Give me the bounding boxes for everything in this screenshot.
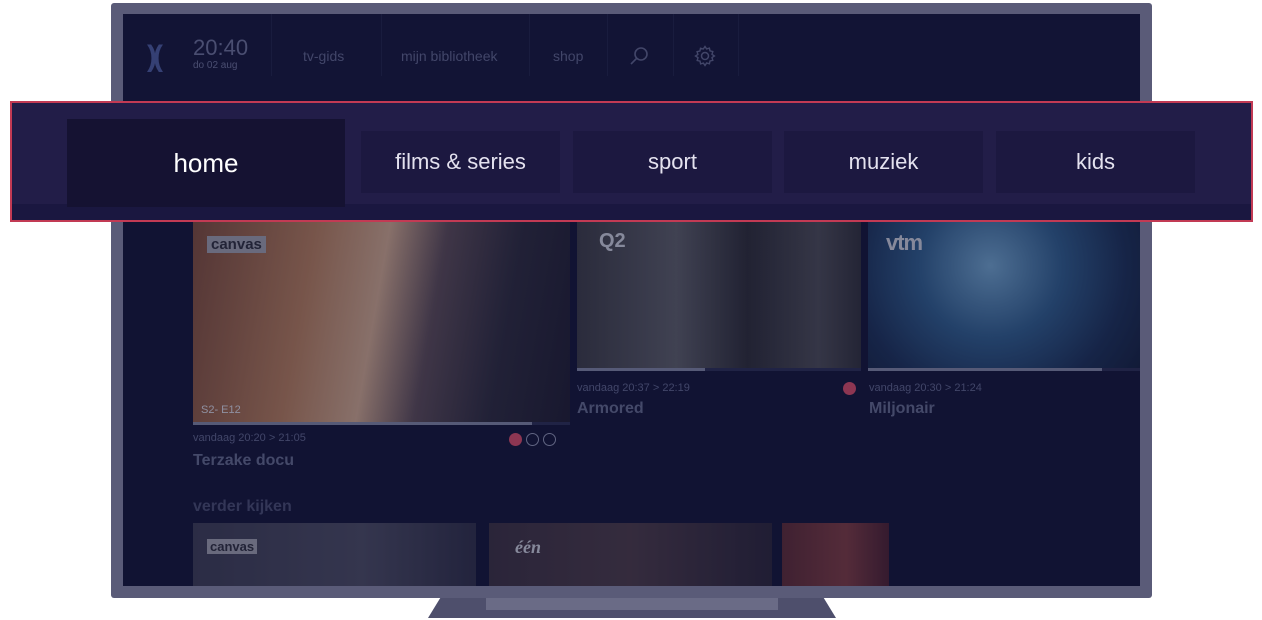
- episode-label: S2- E12: [201, 404, 241, 416]
- channel-logo-canvas: canvas: [207, 236, 266, 253]
- nav-divider: [271, 14, 272, 76]
- tv-stand-neck: [486, 598, 778, 610]
- replay-icon: [543, 433, 556, 446]
- clock-time: 20:40: [193, 35, 249, 60]
- channel-logo-canvas: canvas: [207, 539, 258, 554]
- tab-sport[interactable]: sport: [573, 131, 772, 193]
- program-card-miljonair[interactable]: vtm: [868, 222, 1140, 368]
- tab-home[interactable]: home: [67, 119, 345, 207]
- top-bar: )( 20:40 do 02 aug tv-gids mijn biblioth…: [123, 14, 1140, 100]
- program-time: vandaag 20:30 > 21:24: [869, 382, 982, 394]
- tv-screen: )( 20:40 do 02 aug tv-gids mijn biblioth…: [123, 14, 1140, 586]
- record-icon: [509, 433, 522, 446]
- category-tab-bar: home films & series sport muziek kids: [10, 101, 1253, 222]
- nav-divider: [381, 14, 382, 76]
- record-icon: [843, 382, 856, 395]
- program-title: Terzake docu: [193, 452, 295, 469]
- age-rating-icon: [526, 433, 539, 446]
- channel-logo-vtm: vtm: [886, 230, 923, 255]
- tab-muziek[interactable]: muziek: [784, 131, 983, 193]
- nav-tv-gids[interactable]: tv-gids: [303, 48, 344, 64]
- tab-kids[interactable]: kids: [996, 131, 1195, 193]
- progress-bar: [193, 422, 532, 425]
- nav-divider: [738, 14, 739, 76]
- continue-card[interactable]: canvas: [193, 523, 476, 586]
- program-time: vandaag 20:20 > 21:05: [193, 432, 306, 444]
- nav-shop[interactable]: shop: [553, 48, 583, 64]
- program-time: vandaag 20:37 > 22:19: [577, 382, 690, 394]
- progress-bar: [577, 368, 705, 371]
- channel-logo-een: één: [515, 537, 541, 557]
- section-title-continue-watching: verder kijken: [193, 498, 292, 515]
- channel-logo-q2: Q2: [599, 230, 626, 252]
- nav-divider: [607, 14, 608, 76]
- continue-card[interactable]: één: [489, 523, 772, 586]
- tab-films-series[interactable]: films & series: [361, 131, 560, 193]
- program-card-terzake[interactable]: canvas S2- E12: [193, 222, 570, 422]
- progress-bar: [868, 368, 1102, 371]
- continue-card[interactable]: [782, 523, 889, 586]
- program-title: Armored: [577, 400, 644, 417]
- clock: 20:40 do 02 aug: [193, 35, 249, 72]
- program-title: Miljonair: [869, 400, 935, 417]
- nav-mijn-bibliotheek[interactable]: mijn bibliotheek: [401, 48, 498, 64]
- proximus-logo-icon: )(: [147, 40, 163, 73]
- nav-divider: [673, 14, 674, 76]
- search-icon[interactable]: [627, 44, 651, 68]
- program-card-armored[interactable]: Q2: [577, 222, 861, 368]
- tv-stand: [428, 598, 836, 618]
- nav-divider: [529, 14, 530, 76]
- gear-icon[interactable]: [693, 44, 717, 68]
- clock-date: do 02 aug: [193, 60, 238, 71]
